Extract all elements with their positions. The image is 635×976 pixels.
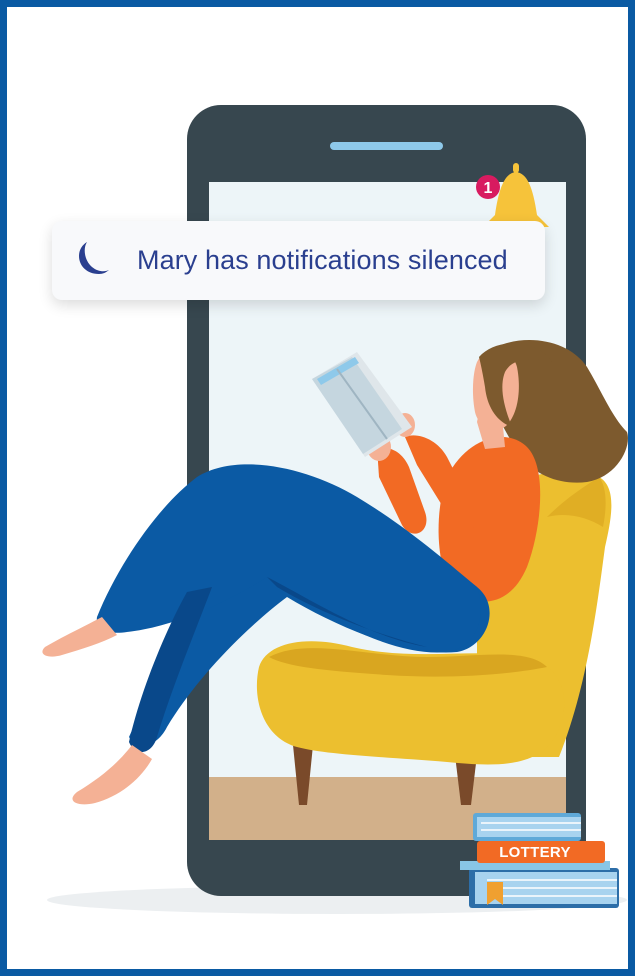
- book-spine-label: LOTTERY: [499, 844, 571, 861]
- notification-text: Mary has notifications silenced: [137, 245, 508, 275]
- crescent-moon-icon: [79, 242, 109, 274]
- notification-badge: 1: [476, 175, 500, 199]
- stacked-books-illustration: LOTTERY: [460, 813, 619, 908]
- illustration-frame: LOTTERY 1 Mary has notifications silence…: [0, 0, 635, 976]
- notification-badge-count: 1: [484, 180, 493, 197]
- silenced-notification-banner: Mary has notifications silenced: [52, 221, 545, 300]
- reading-scene-illustration: LOTTERY 1: [42, 105, 628, 914]
